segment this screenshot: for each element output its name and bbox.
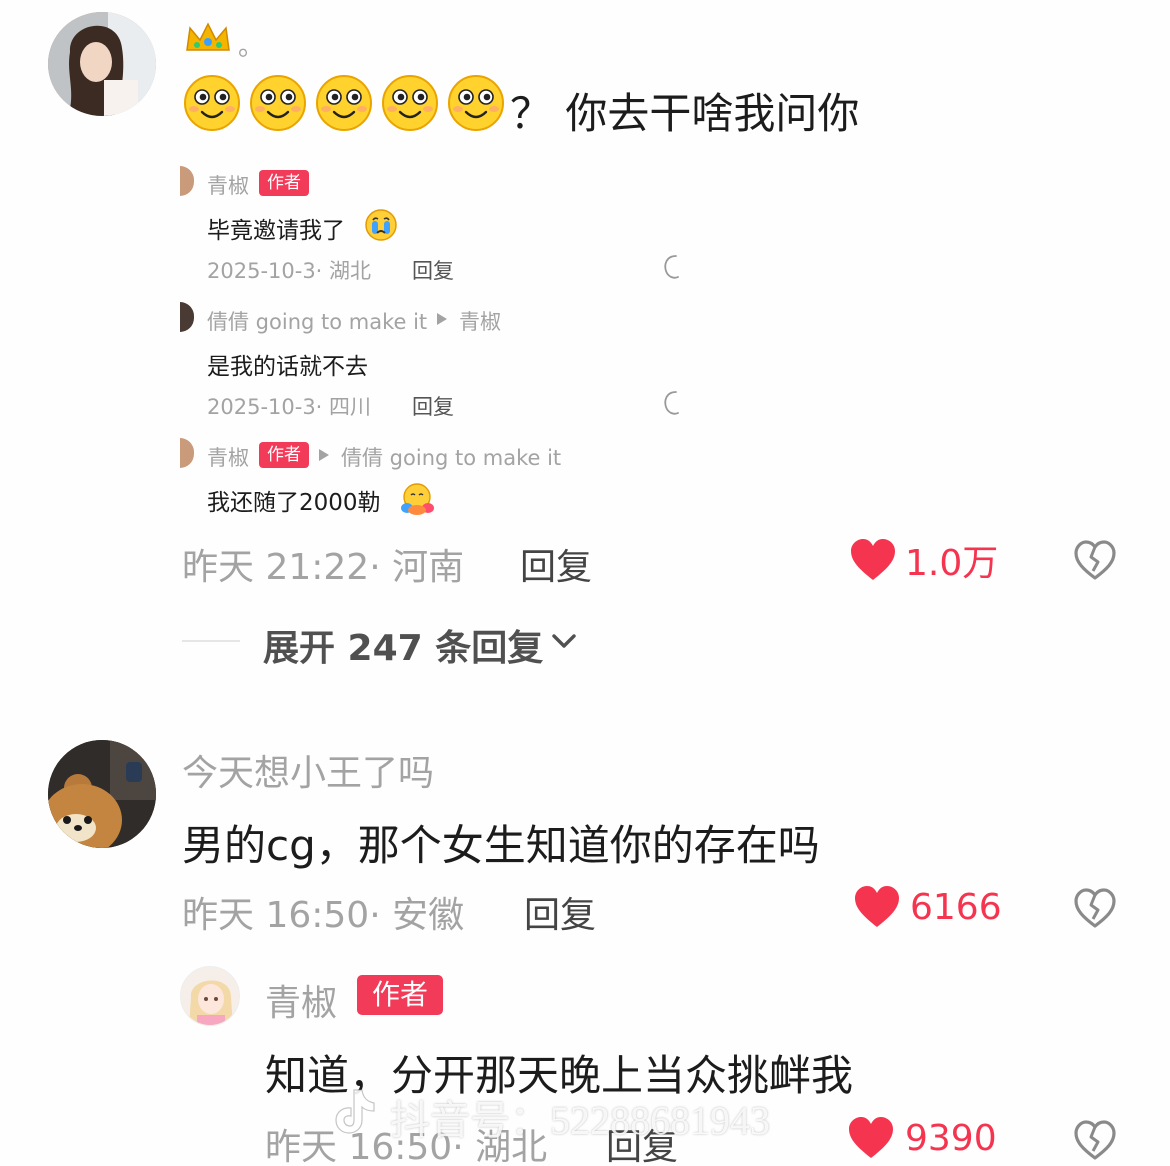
reply-button[interactable]: 回复	[524, 886, 596, 938]
author-badge: 作者	[259, 170, 309, 196]
comment-username[interactable]: 今天想小王了吗	[182, 744, 434, 796]
crown-icon	[186, 22, 230, 51]
bear-avatar-image	[48, 740, 156, 848]
comment-meta: 昨天 16:50· 安徽	[182, 895, 465, 936]
heart-filled-icon	[851, 539, 895, 580]
reply-meta: 2025-10-3· 湖北	[207, 259, 372, 283]
comment-meta: 昨天 21:22· 河南	[182, 547, 465, 588]
author-badge: 作者	[357, 975, 443, 1015]
dislike-broken-heart-icon[interactable]	[1072, 538, 1118, 582]
reply-avatar[interactable]	[180, 302, 194, 332]
avatar[interactable]	[48, 740, 156, 848]
smiley-emoji-icon	[448, 75, 504, 131]
like-count: 9390	[905, 1117, 997, 1159]
avatar[interactable]	[48, 12, 156, 116]
author-badge: 作者	[259, 442, 309, 468]
reply-author[interactable]: 青椒	[207, 170, 249, 200]
reply-text: 我还随了2000勒	[207, 490, 381, 516]
like-count: 1.0万	[905, 543, 999, 584]
reply-button[interactable]: 回复	[520, 538, 592, 590]
like-count: 6166	[910, 886, 1002, 928]
reply-meta: 2025-10-3· 四川	[207, 395, 372, 419]
watermark: 抖音号：52288681943	[390, 1098, 770, 1143]
like-outline-icon[interactable]	[660, 389, 682, 417]
reply-arrow-icon	[319, 449, 329, 461]
reply-author[interactable]: 青椒	[265, 974, 337, 1026]
reply-target[interactable]: 倩倩 going to make it	[341, 442, 561, 472]
reply-avatar[interactable]	[180, 166, 194, 196]
avatar-photo	[48, 12, 156, 116]
comment-text: ？ 你去干啥我问你	[510, 89, 860, 138]
crying-emoji-icon	[365, 209, 397, 241]
reply-avatar[interactable]	[180, 438, 194, 468]
comment-text: 男的cg，那个女生知道你的存在吗	[182, 821, 820, 870]
dislike-broken-heart-icon[interactable]	[1072, 1118, 1118, 1162]
comment-username-suffix: 。	[238, 32, 265, 62]
reply-text: 毕竟邀请我了	[207, 218, 345, 244]
hugging-emoji-icon	[401, 483, 434, 515]
like-button[interactable]: 6166	[853, 883, 1002, 931]
expand-replies-button[interactable]: 展开 247 条回复	[263, 619, 543, 671]
like-outline-icon[interactable]	[660, 253, 682, 281]
reply-button[interactable]: 回复	[412, 255, 454, 285]
dislike-broken-heart-icon[interactable]	[1072, 886, 1118, 930]
reply-button[interactable]: 回复	[412, 391, 454, 421]
smiley-emoji-icon	[382, 75, 438, 131]
heart-filled-icon	[849, 1117, 893, 1158]
expand-divider	[182, 640, 240, 642]
like-button[interactable]: 9390	[847, 1114, 997, 1162]
reply-author[interactable]: 倩倩 going to make it	[207, 306, 427, 336]
like-button[interactable]: 1.0万	[849, 534, 998, 586]
reply-text: 是我的话就不去	[207, 354, 368, 380]
chevron-down-icon[interactable]	[551, 632, 577, 650]
reply-target[interactable]: 青椒	[459, 306, 501, 336]
anime-girl-avatar-image	[181, 967, 239, 1025]
reply-avatar[interactable]	[180, 966, 240, 1026]
reply-arrow-icon	[437, 313, 447, 325]
douyin-logo-icon	[335, 1089, 375, 1134]
smiley-emoji-icon	[250, 75, 306, 131]
smiley-emoji-icon	[316, 75, 372, 131]
heart-filled-icon	[855, 886, 899, 927]
smiley-emoji-icon	[184, 75, 240, 131]
reply-author[interactable]: 青椒	[207, 442, 249, 472]
